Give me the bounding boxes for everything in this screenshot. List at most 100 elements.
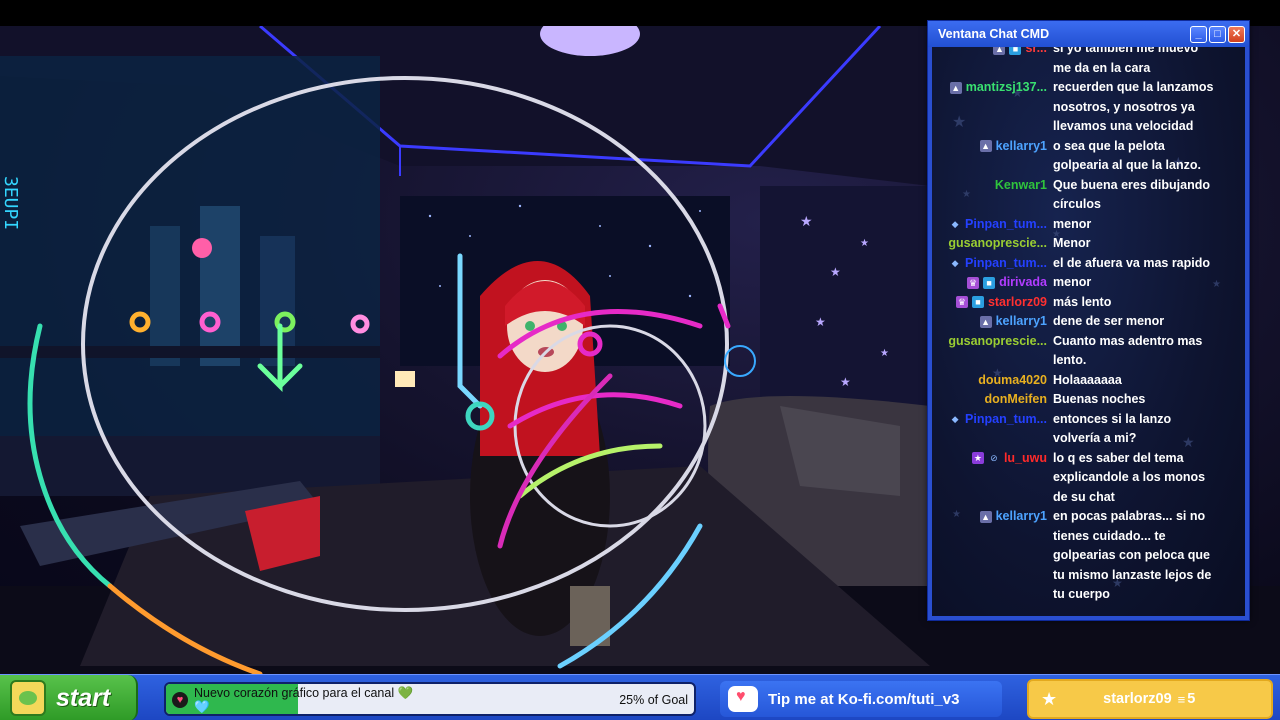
chat-message-text: golpearia al que la lanzo. <box>1053 158 1201 172</box>
chat-message: de su chat <box>932 488 1245 508</box>
minimize-button[interactable]: _ <box>1190 25 1207 43</box>
mute-badge-icon: ⊘ <box>990 453 998 464</box>
svg-text:★: ★ <box>800 213 813 229</box>
chat-message: douma4020 Holaaaaaaa <box>932 371 1245 391</box>
chat-message: ◆ Pinpan_tum... menor <box>932 215 1245 235</box>
diamond-badge-icon: ◆ <box>951 258 959 269</box>
chat-message: nosotros, y nosotros ya <box>932 98 1245 118</box>
svg-text:★: ★ <box>815 315 826 329</box>
chat-message-text: menor <box>1053 275 1092 289</box>
chat-message-text: Cuanto mas adentro mas <box>1053 333 1203 348</box>
diamond-badge-icon: ◆ <box>951 219 959 230</box>
chat-message: gusanoprescie... Menor <box>932 234 1245 254</box>
chat-username[interactable]: Pinpan_tum... <box>965 254 1047 274</box>
chat-message-text: golpearias con peloca que <box>1053 548 1210 562</box>
chat-username[interactable]: Pinpan_tum... <box>965 410 1047 430</box>
mod-badge-icon: ▲ <box>979 510 992 523</box>
chat-username[interactable]: mantizsj137... <box>966 78 1047 98</box>
start-button[interactable]: start <box>0 675 138 720</box>
kofi-cup-icon <box>728 686 758 712</box>
chat-message-text: o sea que la pelota <box>1053 138 1165 153</box>
chat-username[interactable]: sr... <box>1025 47 1047 59</box>
svg-text:★: ★ <box>880 348 889 359</box>
chat-message-author-area: ▲ kellarry1 <box>932 137 1053 157</box>
sub-badge-icon: ■ <box>971 296 984 309</box>
chat-username[interactable]: gusanoprescie... <box>948 234 1047 254</box>
kofi-banner[interactable]: Tip me at Ko-fi.com/tuti_v3 <box>720 681 1002 717</box>
vip-badge-icon: ♛ <box>955 296 968 309</box>
chat-username[interactable]: Kenwar1 <box>995 176 1047 196</box>
star-badge-icon: ★ <box>971 452 984 465</box>
chat-message: ▲ ■ sr... si yo también me muevo <box>932 47 1245 59</box>
chat-message: Kenwar1 Que buena eres dibujando <box>932 176 1245 196</box>
chat-username[interactable]: lu_uwu <box>1004 449 1047 469</box>
chat-message-text: Holaaaaaaa <box>1053 372 1122 387</box>
chat-username[interactable]: gusanoprescie... <box>948 332 1047 352</box>
chat-message-author-area: douma4020 <box>932 371 1053 391</box>
chat-message-text: dene de ser menor <box>1053 314 1165 328</box>
stack-icon: ≡ <box>1177 691 1186 707</box>
chat-message: donMeifen Buenas noches <box>932 390 1245 410</box>
chat-message-author-area: ▲ kellarry1 <box>932 312 1053 332</box>
chat-message-author-area: ▲ ■ sr... <box>932 47 1053 59</box>
chat-message: ◆ Pinpan_tum... el de afuera va mas rapido <box>932 254 1245 274</box>
chat-username[interactable]: starlorz09 <box>988 293 1047 313</box>
chat-username[interactable]: dirivada <box>999 273 1047 293</box>
vip-badge-icon: ♛ <box>967 276 980 289</box>
chat-message-text: lo q es saber del tema <box>1053 450 1184 465</box>
chat-username[interactable]: Pinpan_tum... <box>965 215 1047 235</box>
chat-message-text: de su chat <box>1053 489 1115 504</box>
chat-message: gusanoprescie... Cuanto mas adentro mas <box>932 332 1245 352</box>
chat-titlebar[interactable]: Ventana Chat CMD _ □ ✕ <box>928 21 1249 47</box>
latest-subscriber-count: 5 <box>1187 691 1196 707</box>
taskbar: start ♥ Nuevo corazón gráfico para el ca… <box>0 674 1280 720</box>
chat-message: golpearia al que la lanzo. <box>932 156 1245 176</box>
latest-subscriber-panel: ★ starlorz09 ≡ 5 <box>1027 679 1273 719</box>
chat-message: ▲ kellarry1 en pocas palabras... si no <box>932 507 1245 527</box>
chat-message: lento. <box>932 351 1245 371</box>
start-label: start <box>56 683 111 712</box>
chat-message-text: llevamos una velocidad <box>1053 119 1194 133</box>
chat-message: explicandole a los monos <box>932 468 1245 488</box>
chat-message-text: explicandole a los monos <box>1053 470 1206 484</box>
close-button[interactable]: ✕ <box>1228 25 1245 43</box>
chat-message-text: si yo también me muevo <box>1053 47 1199 55</box>
mod-badge-icon: ▲ <box>979 140 992 153</box>
chat-message-list: ▲ ■ sr... si yo también me muevo me da en la… <box>932 47 1245 605</box>
maximize-button[interactable]: □ <box>1209 25 1226 43</box>
chat-message-author-area: ◆ Pinpan_tum... <box>932 254 1053 274</box>
window-controls: _ □ ✕ <box>1190 25 1245 43</box>
chat-username[interactable]: kellarry1 <box>996 312 1047 332</box>
chat-message-text: Buenas noches <box>1053 392 1146 406</box>
chat-window: Ventana Chat CMD _ □ ✕ ★ ★ ★ ★ ★ ★ ★ ★ ★ ★ ▲ ■… <box>927 20 1250 621</box>
chat-message-text: Menor <box>1053 236 1091 250</box>
diamond-badge-icon: ◆ <box>951 414 959 425</box>
chat-username[interactable]: kellarry1 <box>996 507 1047 527</box>
chat-message-author-area: ♛ ■ starlorz09 <box>932 293 1053 313</box>
chat-message-author-area: ▲ mantizsj137... <box>932 78 1053 98</box>
chat-message-text: me da en la cara <box>1053 60 1151 75</box>
goal-progress-bar: ♥ Nuevo corazón gráfico para el canal 💚🩵… <box>164 682 696 716</box>
chat-message: círculos <box>932 195 1245 215</box>
chat-message-text: tienes cuidado... te <box>1053 528 1166 543</box>
chat-message: volvería a mi? <box>932 429 1245 449</box>
chat-message: ▲ kellarry1 dene de ser menor <box>932 312 1245 332</box>
chat-username[interactable]: kellarry1 <box>996 137 1047 157</box>
chat-message-author-area: donMeifen <box>932 390 1053 410</box>
sub-badge-icon: ■ <box>1009 47 1022 55</box>
chat-body[interactable]: ★ ★ ★ ★ ★ ★ ★ ★ ★ ★ ▲ ■ sr... si yo también me m… <box>932 47 1245 616</box>
chat-message: ♛ ■ starlorz09 más lento <box>932 293 1245 313</box>
chat-username[interactable]: donMeifen <box>985 390 1048 410</box>
chat-message: tu cuerpo <box>932 585 1245 605</box>
chat-message-text: tu cuerpo <box>1053 587 1110 601</box>
start-logo-icon <box>10 680 46 716</box>
svg-text:ЗEUPI: ЗEUPI <box>0 176 21 230</box>
svg-text:★: ★ <box>840 375 851 389</box>
goal-percent-label: 25% of Goal <box>619 693 688 707</box>
chat-username[interactable]: douma4020 <box>978 371 1047 391</box>
chat-message-author-area: ▲ kellarry1 <box>932 507 1053 527</box>
chat-message: ▲ mantizsj137... recuerden que la lanzamos <box>932 78 1245 98</box>
chat-message-text: Que buena eres dibujando <box>1053 177 1210 192</box>
chat-message: tu mismo lanzaste lejos de <box>932 566 1245 586</box>
chat-message: ▲ kellarry1 o sea que la pelota <box>932 137 1245 157</box>
